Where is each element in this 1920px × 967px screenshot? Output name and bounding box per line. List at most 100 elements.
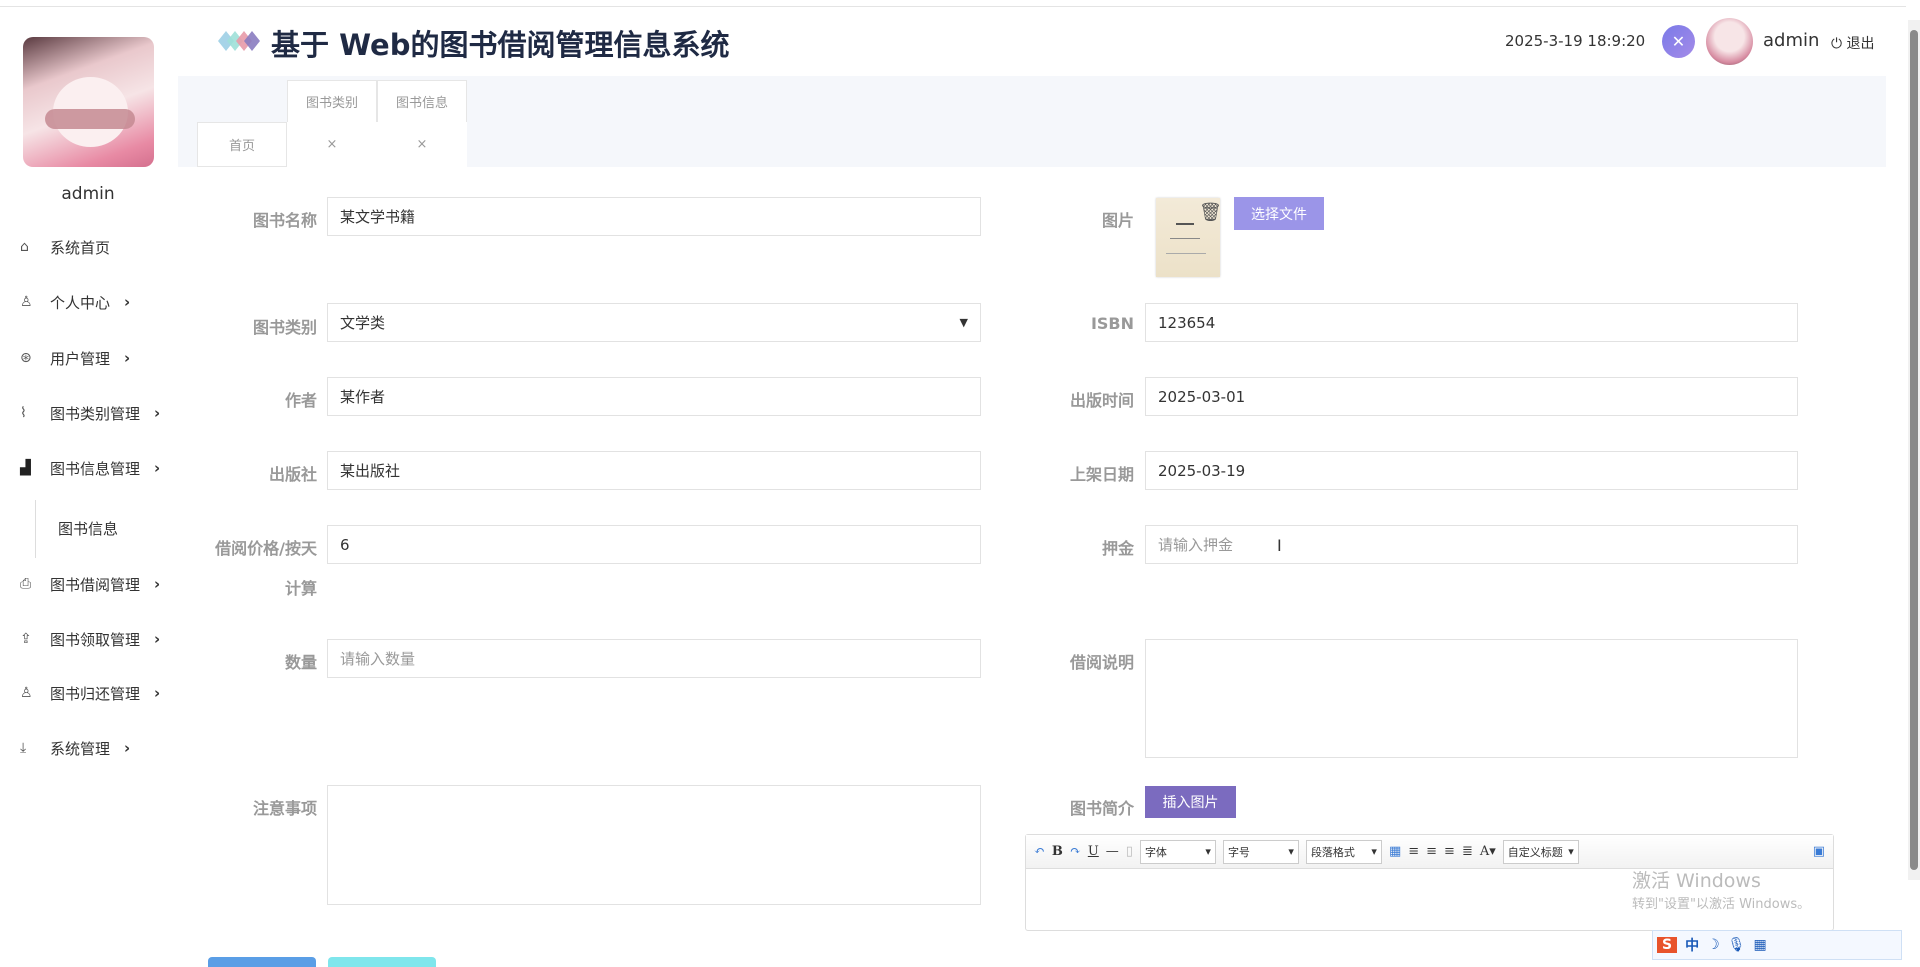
label-price-cont: 计算 (284, 579, 317, 598)
label-book-category: 图书类别 (252, 318, 317, 337)
tab-home[interactable]: 首页 (197, 122, 287, 167)
bold-icon[interactable]: B (1052, 844, 1063, 859)
preview-icon[interactable]: ▣ (1813, 844, 1825, 859)
chevron-right-icon: › (124, 739, 131, 757)
choose-file-button[interactable]: 选择文件 (1234, 197, 1324, 230)
chevron-right-icon: › (124, 293, 131, 311)
header-avatar[interactable] (1706, 18, 1753, 65)
underline-icon[interactable]: U (1088, 844, 1099, 859)
sidebar-avatar (23, 37, 154, 167)
deposit-input[interactable]: 请输入押金 (1145, 525, 1798, 564)
align-right-icon[interactable]: ≡ (1426, 844, 1437, 859)
sidebar-item-label: 系统首页 (50, 238, 111, 257)
label-quantity: 数量 (284, 653, 317, 672)
label-image: 图片 (1101, 211, 1134, 230)
submenu-line (35, 500, 36, 558)
page-title: 基于 Web的图书借阅管理信息系统 (271, 28, 730, 62)
sidebar-item-profile[interactable]: ♙ 个人中心 › (0, 287, 200, 317)
label-shelf-date: 上架日期 (1069, 465, 1134, 484)
tab-close-book-category[interactable]: × (287, 122, 377, 167)
book-name-input[interactable]: 某文学书籍 (327, 197, 981, 236)
label-isbn: ISBN (1090, 314, 1134, 333)
download-icon: ⤓ (20, 740, 27, 756)
submit-button[interactable] (208, 957, 316, 967)
publish-date-input[interactable]: 2025-03-01 (1145, 377, 1798, 416)
shelf-date-input[interactable]: 2025-03-19 (1145, 451, 1798, 490)
insert-image-button[interactable]: 插入图片 (1145, 786, 1236, 818)
label-publish-date: 出版时间 (1069, 391, 1134, 410)
dropdown-arrow-icon: ▾ (1568, 845, 1574, 858)
fullscreen-icon[interactable]: ✕ (1662, 25, 1695, 58)
moon-icon[interactable]: ☽ (1707, 937, 1720, 953)
table-icon[interactable]: ▦ (1389, 844, 1401, 859)
sidebar-item-label: 图书领取管理 (50, 630, 141, 649)
chevron-right-icon: › (154, 630, 161, 648)
font-select[interactable]: 字体 ▾ (1139, 839, 1216, 864)
undo-icon[interactable]: ↶ (1034, 844, 1045, 859)
power-icon: ⏻ (1831, 36, 1843, 52)
sidebar-username: admin (61, 184, 115, 204)
page-scrollbar[interactable] (1908, 20, 1920, 880)
font-color-icon[interactable]: A▾ (1480, 844, 1496, 859)
tab-book-info[interactable]: 图书信息 (377, 80, 467, 123)
sidebar-item-label: 图书归还管理 (50, 684, 141, 703)
sidebar-item-label: 系统管理 (50, 739, 111, 758)
author-input[interactable]: 某作者 (327, 377, 981, 416)
selected-value: 文学类 (340, 314, 386, 332)
mic-icon[interactable]: 🎙 (1728, 937, 1746, 953)
home-icon: ⌂ (20, 239, 29, 255)
ime-chinese-icon[interactable]: 中 (1685, 935, 1699, 955)
quantity-input[interactable]: 请输入数量 (327, 639, 981, 678)
tab-book-category[interactable]: 图书类别 (287, 80, 377, 123)
sidebar-item-system[interactable]: ⤓ 系统管理 › (0, 733, 200, 763)
tab-close-book-info[interactable]: × (377, 122, 467, 167)
logout-button[interactable]: ⏻ 退出 (1831, 33, 1875, 53)
close-icon[interactable]: × (417, 137, 428, 152)
font-size-label: 字号 (1227, 845, 1250, 859)
user-icon: ♙ (20, 685, 33, 701)
sidebar-item-home[interactable]: ⌂ 系统首页 (0, 232, 200, 262)
datetime: 2025-3-19 18:9:20 (1505, 32, 1646, 50)
close-icon[interactable]: × (327, 137, 338, 152)
align-center-icon[interactable]: ≡ (1444, 844, 1455, 859)
trash-icon[interactable]: 🗑 (1199, 202, 1222, 223)
align-justify-icon[interactable]: ≣ (1462, 844, 1473, 859)
watermark-subtitle: 转到"设置"以激活 Windows。 (1632, 897, 1811, 912)
font-size-select[interactable]: 字号 ▾ (1222, 839, 1299, 864)
publisher-input[interactable]: 某出版社 (327, 451, 981, 490)
upload-icon: ⇪ (20, 631, 32, 647)
print-icon: ⎙ (20, 576, 32, 592)
redo-icon[interactable]: ↷ (1070, 844, 1081, 859)
sidebar-item-users[interactable]: ⊛ 用户管理 › (0, 343, 200, 373)
font-select-label: 字体 (1144, 845, 1167, 859)
label-author: 作者 (284, 391, 317, 410)
paragraph-label: 段落格式 (1310, 845, 1355, 859)
paragraph-select[interactable]: 段落格式 ▾ (1305, 839, 1382, 864)
reset-button[interactable] (328, 957, 436, 967)
sidebar-item-return[interactable]: ♙ 图书归还管理 › (0, 678, 200, 708)
header-username: admin (1763, 30, 1820, 51)
book-category-select[interactable]: 文学类 ▼ (327, 303, 981, 342)
scrollbar-thumb[interactable] (1910, 30, 1918, 870)
align-left-icon[interactable]: ≡ (1408, 844, 1419, 859)
logout-label: 退出 (1846, 36, 1875, 52)
isbn-input[interactable]: 123654 (1145, 303, 1798, 342)
user-circle-icon: ⊛ (20, 350, 32, 366)
label-price: 借阅价格/按天 (215, 539, 317, 558)
horizontal-rule-icon[interactable]: — (1106, 844, 1119, 859)
label-book-name: 图书名称 (252, 211, 317, 230)
text-cursor-icon: I (1277, 536, 1282, 555)
sogou-logo-icon: S (1657, 937, 1678, 953)
label-publisher: 出版社 (268, 465, 317, 484)
dropdown-arrow-icon: ▾ (1205, 845, 1211, 858)
ime-toolbar[interactable]: S 中 ☽ 🎙 ▦ (1652, 930, 1902, 960)
custom-heading-select[interactable]: 自定义标题 ▾ (1502, 839, 1579, 864)
price-input[interactable]: 6 (327, 525, 981, 564)
borrow-desc-textarea[interactable] (1145, 639, 1798, 758)
chevron-right-icon: › (124, 349, 131, 367)
keyboard-icon[interactable]: ▦ (1753, 937, 1766, 953)
page-icon[interactable]: ▯ (1126, 844, 1133, 859)
notes-textarea[interactable] (327, 785, 981, 905)
chevron-right-icon: › (154, 684, 161, 702)
sidebar-subitem-book-info[interactable]: 图书信息 (58, 518, 118, 539)
